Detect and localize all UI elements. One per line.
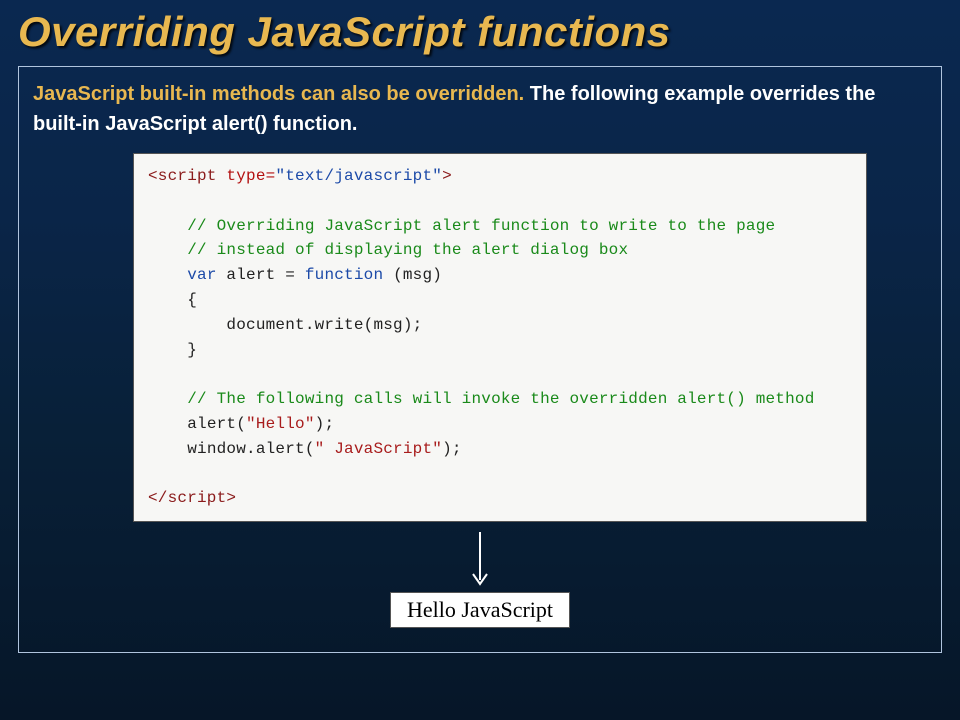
code-comment-2: // instead of displaying the alert dialo… (187, 241, 628, 259)
code-call2b: ); (442, 440, 462, 458)
code-kw-var: var (187, 266, 216, 284)
arrow-down-icon (468, 530, 492, 590)
description-text: JavaScript built-in methods can also be … (33, 79, 927, 139)
code-brace-open: { (187, 291, 197, 309)
code-body: document.write(msg); (226, 316, 422, 334)
code-call2s: " JavaScript" (315, 440, 442, 458)
code-call2a: window.alert( (187, 440, 314, 458)
content-box: JavaScript built-in methods can also be … (18, 66, 942, 653)
code-open-tag-attr: type= (217, 167, 276, 185)
code-block: <script type="text/javascript"> // Overr… (133, 153, 867, 522)
slide-title: Overriding JavaScript functions (0, 0, 960, 60)
code-open-tag-start: <script (148, 167, 217, 185)
code-open-tag-str: "text/javascript" (275, 167, 442, 185)
code-close-tag: </script> (148, 489, 236, 507)
code-call1a: alert( (187, 415, 246, 433)
code-call1b: ); (315, 415, 335, 433)
code-comment-1: // Overriding JavaScript alert function … (187, 217, 775, 235)
code-open-tag-end: > (442, 167, 452, 185)
output-container: Hello JavaScript (33, 590, 927, 628)
code-kw-function: function (305, 266, 383, 284)
code-name-alert: alert = (217, 266, 305, 284)
code-params: (msg) (383, 266, 442, 284)
code-comment-3: // The following calls will invoke the o… (187, 390, 814, 408)
output-box: Hello JavaScript (390, 592, 570, 628)
code-call1s: "Hello" (246, 415, 315, 433)
arrow-container (33, 530, 927, 590)
description-highlight: JavaScript built-in methods can also be … (33, 83, 524, 105)
code-brace-close: } (187, 341, 197, 359)
